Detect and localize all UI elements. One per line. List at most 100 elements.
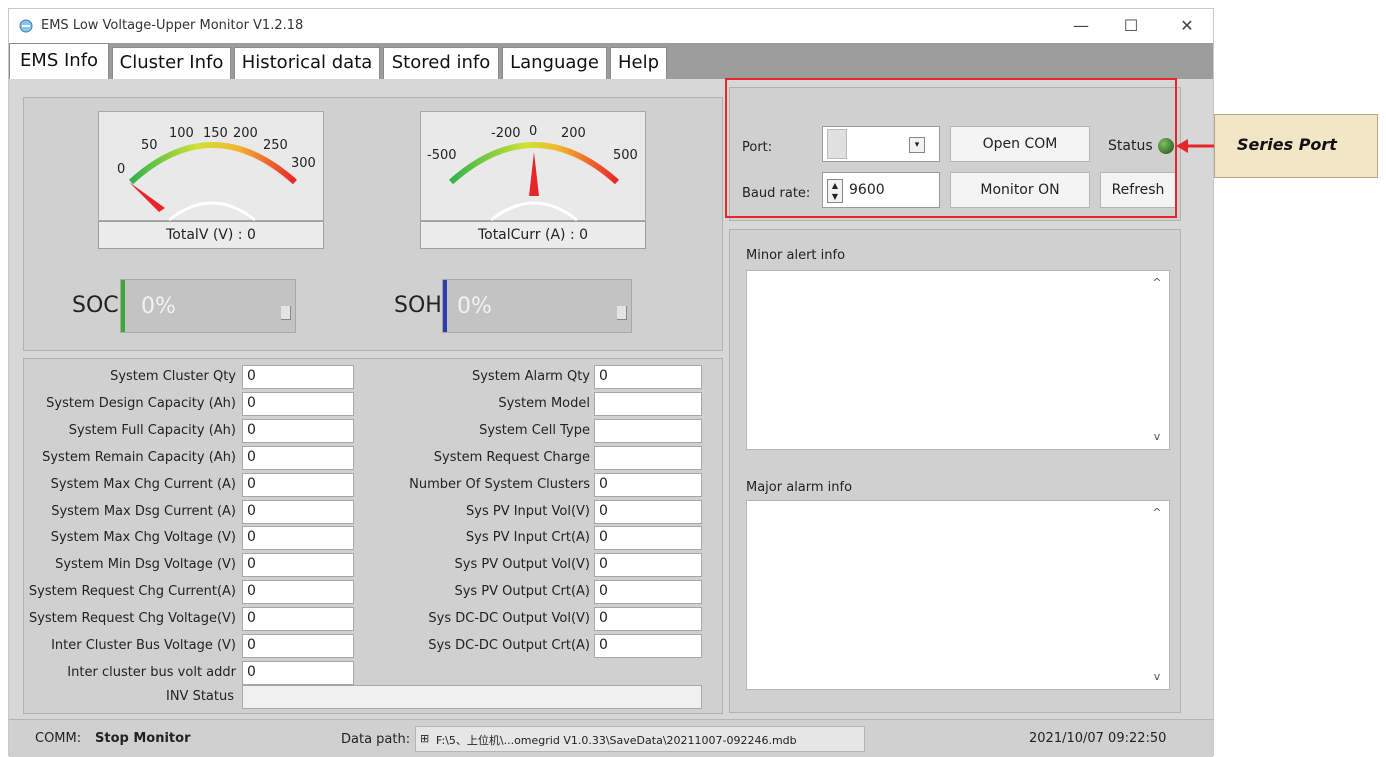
soc-value: 0% [141,294,176,319]
tab-bar: EMS Info Cluster Info Historical data St… [9,43,1213,79]
field-label: System Max Chg Voltage (V) [50,530,236,546]
field-label: System Alarm Qty [471,369,590,384]
field-value: 0 [594,499,702,524]
field-label: System Cluster Qty [110,369,236,384]
field-label: System Min Dsg Voltage (V) [55,557,236,573]
major-alarm-textarea[interactable]: ^ v [746,500,1170,690]
scroll-up-icon[interactable]: ^ [1149,505,1165,521]
close-button[interactable]: ✕ [1167,13,1207,39]
window-title: EMS Low Voltage-Upper Monitor V1.2.18 [41,18,304,33]
field-label: System Request Chg Current(A) [28,584,236,600]
field-label: Sys DC-DC Output Crt(A) [428,638,590,653]
field-label: Number Of System Clusters [409,476,590,492]
minimize-button[interactable]: — [1061,13,1101,39]
scroll-up-icon[interactable]: ^ [1149,275,1165,291]
field-label: System Request Chg Voltage(V) [28,611,236,627]
field-label: System Max Dsg Current (A) [51,503,236,519]
data-path-field[interactable]: ⊞ F:\5、上位机\...omegrid V1.0.33\SaveData\2… [415,726,865,752]
field-label: Sys PV Input Crt(A) [465,530,590,546]
field-label: System Model [498,395,590,411]
soc-label: SOC [72,293,119,318]
field-value: 0 [242,607,354,632]
datetime: 2021/10/07 09:22:50 [1029,731,1167,746]
alert-panel: Minor alert info ^ v Major alarm info ^ … [729,229,1181,713]
field-value: 0 [594,607,702,632]
data-path-value: F:\5、上位机\...omegrid V1.0.33\SaveData\202… [436,734,797,747]
field-value: 0 [594,365,702,389]
current-tick: -500 [427,148,457,163]
comm-status: Stop Monitor [95,731,191,746]
field-label: Inter Cluster Bus Voltage (V) [51,638,236,653]
soc-bar-marker [121,280,125,332]
tab-help[interactable]: Help [610,47,667,79]
minor-alert-textarea[interactable]: ^ v [746,270,1170,450]
field-value: 0 [242,472,354,497]
current-tick: -200 [491,126,521,141]
tab-cluster-info[interactable]: Cluster Info [112,47,231,79]
field-label: System Remain Capacity (Ah) [42,449,236,465]
series-port-callout: Series Port [1214,114,1378,178]
field-value: 0 [594,580,702,605]
voltage-tick: 250 [263,138,288,153]
current-tick: 0 [529,124,538,139]
inv-status-field [242,685,702,709]
field-label: Inter cluster bus volt addr [67,664,236,680]
field-label: System Full Capacity (Ah) [68,422,236,438]
field-value: 0 [242,660,354,685]
field-value: 0 [594,526,702,551]
field-label: Sys DC-DC Output Vol(V) [428,611,590,627]
voltage-tick: 150 [203,126,228,141]
network-icon: ⊞ [420,732,430,745]
app-icon [19,19,33,33]
field-label: Sys PV Output Vol(V) [454,557,591,573]
scroll-down-icon[interactable]: v [1149,429,1165,445]
current-needle [529,152,539,196]
comm-label: COMM: [35,731,82,746]
soh-bar-handle [617,306,627,320]
tab-historical-data[interactable]: Historical data [234,47,380,79]
field-value: 0 [242,580,354,605]
field-label: System Cell Type [479,422,590,438]
voltage-tick: 100 [169,126,194,141]
soh-value: 0% [457,294,492,319]
field-value: 0 [594,634,702,658]
field-value [594,445,702,470]
field-value [594,391,702,416]
voltage-tick: 300 [291,156,316,171]
current-readout: TotalCurr (A) : 0 [420,221,646,249]
field-value: 0 [242,391,354,416]
soh-label: SOH [394,293,442,318]
tab-stored-info[interactable]: Stored info [383,47,499,79]
field-value: 0 [594,553,702,578]
current-tick: 500 [613,148,638,163]
field-value: 0 [242,634,354,658]
gauge-panel: 0 50 100 150 200 250 300 TotalV (V) : 0 [23,97,723,351]
field-value: 0 [242,526,354,551]
data-path-label: Data path: [341,732,411,747]
tab-language[interactable]: Language [502,47,607,79]
current-tick: 200 [561,126,586,141]
title-bar: EMS Low Voltage-Upper Monitor V1.2.18 — … [9,9,1213,43]
voltage-tick: 0 [117,162,126,177]
voltage-gauge: 0 50 100 150 200 250 300 [98,111,324,222]
minor-alert-title: Minor alert info [746,248,846,263]
field-label: Sys PV Input Vol(V) [466,503,590,519]
field-label: Sys PV Output Crt(A) [454,584,590,600]
soc-bar: 0% [120,279,296,333]
scroll-down-icon[interactable]: v [1149,669,1165,685]
series-port-highlight-box [725,78,1177,218]
field-value: 0 [242,499,354,524]
major-alarm-title: Major alarm info [746,480,853,495]
field-value [594,418,702,443]
soc-bar-handle [281,306,291,320]
tab-ems-info[interactable]: EMS Info [9,43,109,79]
field-value: 0 [242,553,354,578]
current-gauge: -500 -200 0 200 500 [420,111,646,222]
soh-bar-marker [443,280,447,332]
inv-status-label: INV Status [165,689,234,704]
field-label: System Design Capacity (Ah) [46,395,236,411]
maximize-button[interactable]: ☐ [1111,13,1151,39]
field-label: System Request Charge [433,449,590,465]
voltage-readout: TotalV (V) : 0 [98,221,324,249]
field-value: 0 [242,445,354,470]
